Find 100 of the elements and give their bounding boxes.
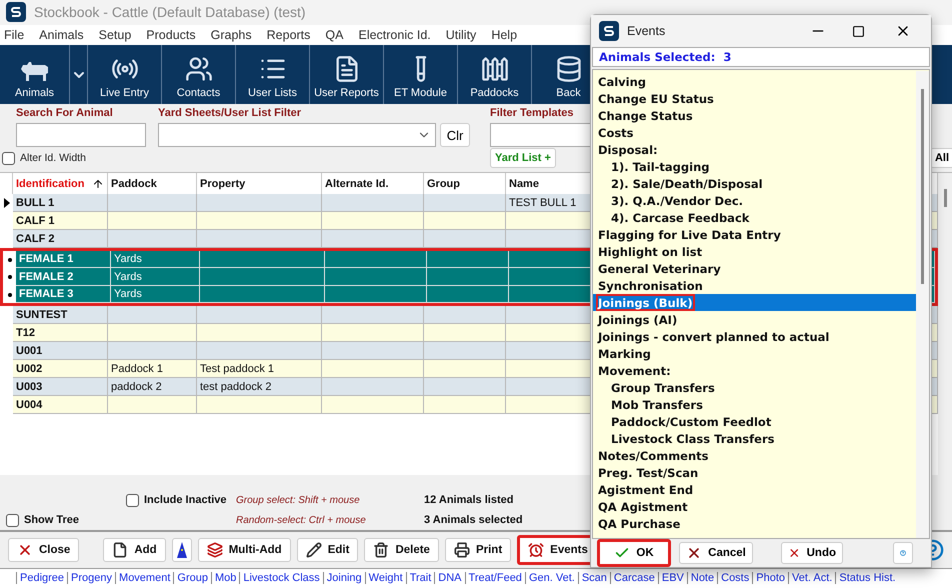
checkbox-label: Alter Id. Width xyxy=(20,152,86,164)
record-link[interactable]: Note xyxy=(686,572,718,584)
event-item[interactable]: 3). Q.A./Vendor Dec. xyxy=(593,192,916,209)
event-item[interactable]: Marking xyxy=(593,345,916,362)
record-link[interactable]: Costs xyxy=(717,572,752,584)
record-link[interactable]: Trait xyxy=(406,572,434,584)
wizard-button[interactable] xyxy=(172,538,192,562)
event-item[interactable]: Paddock/Custom Feedlot xyxy=(593,413,916,430)
toolbar-button[interactable]: Contacts xyxy=(162,45,236,104)
event-item[interactable]: Flagging for Live Data Entry xyxy=(593,226,916,243)
menu-item[interactable]: Setup xyxy=(98,28,132,42)
menu-item[interactable]: Products xyxy=(146,28,196,42)
event-item[interactable]: 2). Sale/Death/Disposal xyxy=(593,175,916,192)
search-field[interactable] xyxy=(16,123,146,148)
column-header[interactable]: Paddock xyxy=(108,173,197,194)
field-label: Filter Templates xyxy=(490,107,574,120)
clear-button[interactable]: Clr xyxy=(440,123,470,148)
record-link[interactable]: DNA xyxy=(434,572,465,584)
toolbar-button[interactable]: ET Module xyxy=(384,45,458,104)
toolbar-button[interactable]: Live Entry xyxy=(88,45,162,104)
event-item[interactable]: Change Status xyxy=(593,107,916,124)
menu-item[interactable]: Electronic Id. xyxy=(358,28,431,42)
menu-item[interactable]: Utility xyxy=(446,28,476,42)
column-header[interactable]: Property xyxy=(197,173,322,194)
toolbar-button[interactable]: Paddocks xyxy=(458,45,532,104)
event-item[interactable]: Group Transfers xyxy=(593,379,916,396)
record-link[interactable]: EBV xyxy=(658,572,687,584)
toolbar-button[interactable]: Animals xyxy=(0,45,70,104)
record-link[interactable]: Pedigree xyxy=(16,572,68,584)
table-cell: SUNTEST xyxy=(13,306,108,324)
record-link[interactable]: Vet. Act. xyxy=(788,572,836,584)
record-link[interactable]: Progeny xyxy=(67,572,116,584)
record-link[interactable]: Livestock Class xyxy=(239,572,323,584)
event-item[interactable]: Highlight on list xyxy=(593,243,916,260)
table-cell: FEMALE 1 xyxy=(16,251,111,268)
action-button[interactable]: Close xyxy=(8,538,80,562)
event-item[interactable]: Joinings (AI) xyxy=(593,311,916,328)
toolbar-button[interactable]: User Lists xyxy=(236,45,310,104)
event-item[interactable]: Synchronisation xyxy=(593,277,916,294)
menu-item[interactable]: Reports xyxy=(266,28,310,42)
record-link[interactable]: Weight xyxy=(364,572,406,584)
record-link[interactable]: Scan xyxy=(578,572,610,584)
count-text: 3 Animals selected xyxy=(424,514,524,526)
event-item[interactable]: Disposal: xyxy=(593,141,916,158)
table-cell: BULL 1 xyxy=(13,194,108,212)
maximize-icon[interactable] xyxy=(852,24,865,38)
menu-item[interactable]: Animals xyxy=(39,28,84,42)
column-header[interactable]: Group xyxy=(424,173,506,194)
record-link[interactable]: Group xyxy=(173,572,211,584)
menu-item[interactable]: QA xyxy=(325,28,344,42)
event-item[interactable]: General Veterinary xyxy=(593,260,916,277)
selected-dot-icon xyxy=(8,292,12,297)
event-item[interactable]: Movement: xyxy=(593,362,916,379)
checkbox[interactable] xyxy=(126,494,139,507)
record-link[interactable]: Treat/Feed xyxy=(464,572,525,584)
event-item[interactable]: Notes/Comments xyxy=(593,447,916,464)
record-link[interactable]: Photo xyxy=(752,572,788,584)
column-header[interactable]: Alternate Id. xyxy=(322,173,424,194)
action-button[interactable]: Multi-Add xyxy=(198,538,291,562)
toolbar-button[interactable]: User Reports xyxy=(310,45,384,104)
event-item[interactable]: Mob Transfers xyxy=(593,396,916,413)
event-item[interactable]: Livestock Class Transfers xyxy=(593,430,916,447)
action-button[interactable]: Print xyxy=(444,538,512,562)
selected-dot-icon xyxy=(8,258,12,262)
event-item[interactable]: Joinings - convert planned to actual xyxy=(593,328,916,345)
table-cell: test paddock 2 xyxy=(197,378,322,396)
table-cell: CALF 2 xyxy=(13,230,108,248)
event-item[interactable]: 1). Tail-tagging xyxy=(593,158,916,175)
menu-item[interactable]: Help xyxy=(491,28,518,42)
action-button[interactable]: Add xyxy=(103,538,166,562)
event-item[interactable]: Joinings (Bulk) xyxy=(593,294,916,311)
record-link[interactable]: Mob xyxy=(210,572,240,584)
event-item[interactable]: Preg. Test/Scan xyxy=(593,464,916,481)
record-link[interactable]: Joining xyxy=(322,572,365,584)
event-item[interactable]: Agistment End xyxy=(593,481,916,498)
database-icon xyxy=(554,55,582,84)
event-item[interactable]: Costs xyxy=(593,124,916,141)
table-cell: U003 xyxy=(13,378,108,396)
event-item[interactable]: QA Purchase xyxy=(593,515,916,532)
table-cell: Yards xyxy=(111,268,200,286)
menu-item[interactable]: File xyxy=(4,28,24,42)
event-item[interactable]: QA Agistment xyxy=(593,498,916,515)
dialog-button[interactable]: OK xyxy=(597,539,671,567)
scrollbar[interactable] xyxy=(916,71,929,538)
record-link[interactable]: Gen. Vet. xyxy=(524,572,578,584)
checkbox[interactable] xyxy=(6,514,19,527)
action-button[interactable]: Edit xyxy=(296,538,358,562)
record-link[interactable]: Carcase xyxy=(610,572,658,584)
hint-text: Random-select: Ctrl + mouse xyxy=(236,514,367,526)
column-header[interactable]: Identification xyxy=(13,173,108,194)
menu-item[interactable]: Graphs xyxy=(210,28,252,42)
dialog-button[interactable]: Undo xyxy=(781,542,843,564)
yard-list-button[interactable]: Yard List + xyxy=(490,148,556,168)
record-link[interactable]: Movement xyxy=(115,572,174,584)
record-link[interactable]: Status Hist. xyxy=(835,572,899,584)
action-button[interactable]: Delete xyxy=(364,538,439,562)
dialog-button[interactable]: Cancel xyxy=(679,542,753,564)
scrollbar[interactable] xyxy=(938,173,952,475)
checkbox[interactable] xyxy=(2,152,15,165)
table-cell: U002 xyxy=(13,360,108,378)
